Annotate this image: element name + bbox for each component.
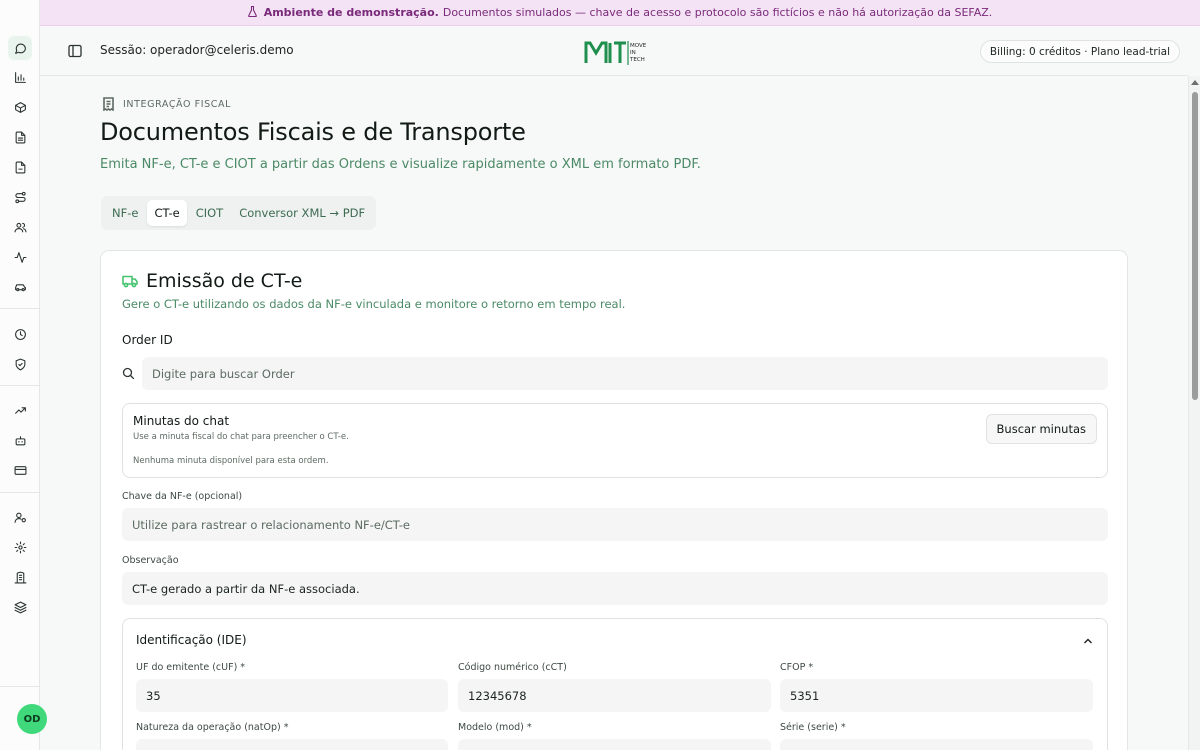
logo-word-2: IN (630, 50, 636, 56)
company-logo: MOVE IN TECH (584, 41, 647, 65)
tab-ciot[interactable]: CIOT (189, 200, 231, 226)
trending-up-icon[interactable] (8, 398, 32, 422)
nfe-key-label: Chave da NF-e (opcional) (122, 491, 243, 502)
tab-cte[interactable]: CT-e (147, 200, 187, 226)
rail-divider (0, 686, 39, 687)
minutas-empty-state: Nenhuma minuta disponível para esta orde… (133, 456, 329, 466)
scroll-up-arrow[interactable] (1191, 80, 1199, 85)
minutas-panel: Minutas do chat Use a minuta fiscal do c… (122, 403, 1108, 478)
natop-input[interactable] (136, 739, 448, 750)
session-label: Sessão: operador@celeris.demo (100, 43, 294, 57)
truck-icon (122, 275, 138, 288)
section-eyebrow: INTEGRAÇÃO FISCAL (102, 97, 231, 111)
shield-check-icon[interactable] (8, 352, 32, 376)
bar-chart-icon[interactable] (8, 65, 32, 89)
rail-divider (0, 385, 39, 386)
cte-title-text: Emissão de CT-e (146, 270, 303, 292)
observation-label: Observação (122, 555, 179, 566)
natop-label: Natureza da operação (natOp) * (136, 722, 289, 733)
cct-label: Código numérico (cCT) (458, 662, 567, 673)
file-text-icon[interactable] (8, 125, 32, 149)
cuf-input[interactable] (136, 679, 448, 712)
document-tabs: NF-e CT-e CIOT Conversor XML → PDF (101, 196, 377, 230)
eyebrow-label: INTEGRAÇÃO FISCAL (123, 98, 232, 110)
ide-section-title: Identificação (IDE) (136, 633, 247, 647)
observation-input[interactable] (122, 572, 1108, 605)
file-icon[interactable] (8, 155, 32, 179)
logo-word-1: MOVE (630, 43, 647, 49)
receipt-icon (103, 97, 114, 111)
tab-nfe[interactable]: NF-e (105, 200, 145, 226)
cte-card-subtitle: Gere o CT-e utilizando os dados da NF-e … (122, 297, 626, 311)
layers-icon[interactable] (8, 595, 32, 619)
cct-input[interactable] (458, 679, 771, 712)
user-avatar[interactable]: OD (17, 704, 47, 734)
modelo-input[interactable] (458, 739, 771, 750)
rail-divider (0, 492, 39, 493)
scroll-thumb[interactable] (1192, 92, 1198, 400)
bot-icon[interactable] (8, 428, 32, 452)
minutas-title: Minutas do chat (133, 414, 230, 428)
cfop-label: CFOP * (780, 662, 814, 673)
icon-sidebar: OD (0, 0, 47, 750)
page-title: Documentos Fiscais e de Transporte (100, 118, 526, 146)
settings-icon[interactable] (8, 535, 32, 559)
page-scrollbar[interactable] (1188, 76, 1200, 750)
banner-strong: Ambiente de demonstração. (263, 6, 439, 19)
user-cog-icon[interactable] (8, 505, 32, 529)
flask-icon (247, 5, 257, 20)
modelo-label: Modelo (mod) * (458, 722, 532, 733)
clock-icon[interactable] (8, 322, 32, 346)
box-icon[interactable] (8, 95, 32, 119)
chevron-up-icon[interactable] (1083, 637, 1093, 645)
banner-text: Documentos simulados — chave de acesso e… (442, 6, 993, 19)
top-header: Sessão: operador@celeris.demo MOVE IN TE… (40, 26, 1188, 76)
logo-word-3: TECH (629, 57, 645, 63)
search-minutas-button[interactable]: Buscar minutas (985, 414, 1097, 444)
demo-banner: Ambiente de demonstração. Documentos sim… (40, 0, 1200, 26)
nfe-key-input[interactable] (122, 508, 1108, 541)
order-id-label: Order ID (122, 333, 173, 347)
sidebar-toggle-icon[interactable] (68, 44, 82, 58)
page-subtitle: Emita NF-e, CT-e e CIOT a partir das Ord… (100, 157, 701, 172)
search-icon (122, 367, 135, 380)
rail-divider (0, 308, 39, 309)
serie-label: Série (serie) * (780, 722, 846, 733)
chat-icon[interactable] (8, 36, 32, 60)
minutas-subtitle: Use a minuta fiscal do chat para preench… (133, 432, 349, 442)
cfop-input[interactable] (780, 679, 1093, 712)
route-icon[interactable] (8, 185, 32, 209)
car-icon[interactable] (8, 275, 32, 299)
credit-card-icon[interactable] (8, 458, 32, 482)
cte-card: Emissão de CT-e Gere o CT-e utilizando o… (100, 250, 1128, 750)
order-search-input[interactable] (142, 357, 1108, 390)
activity-icon[interactable] (8, 245, 32, 269)
ide-section: Identificação (IDE) UF do emitente (cUF)… (122, 618, 1108, 750)
billing-badge[interactable]: Billing: 0 créditos · Plano lead-trial (979, 40, 1180, 63)
building-icon[interactable] (8, 565, 32, 589)
tab-xml-pdf[interactable]: Conversor XML → PDF (232, 200, 372, 226)
cuf-label: UF do emitente (cUF) * (136, 662, 246, 673)
order-search (122, 357, 1108, 390)
users-icon[interactable] (8, 215, 32, 239)
cte-card-title: Emissão de CT-e (122, 270, 302, 292)
serie-input[interactable] (780, 739, 1093, 750)
